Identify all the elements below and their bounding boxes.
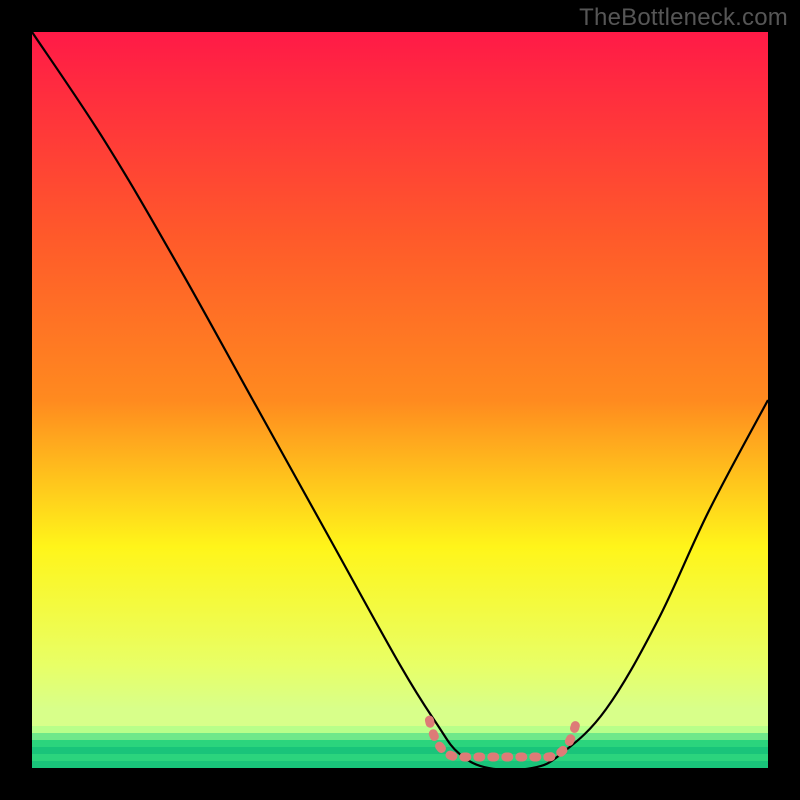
bottom-stripes <box>32 726 768 768</box>
watermark-text: TheBottleneck.com <box>579 4 788 32</box>
chart-frame: { "watermark": "TheBottleneck.com", "col… <box>0 0 800 800</box>
chart-svg <box>0 0 800 800</box>
plot-background <box>32 32 768 768</box>
